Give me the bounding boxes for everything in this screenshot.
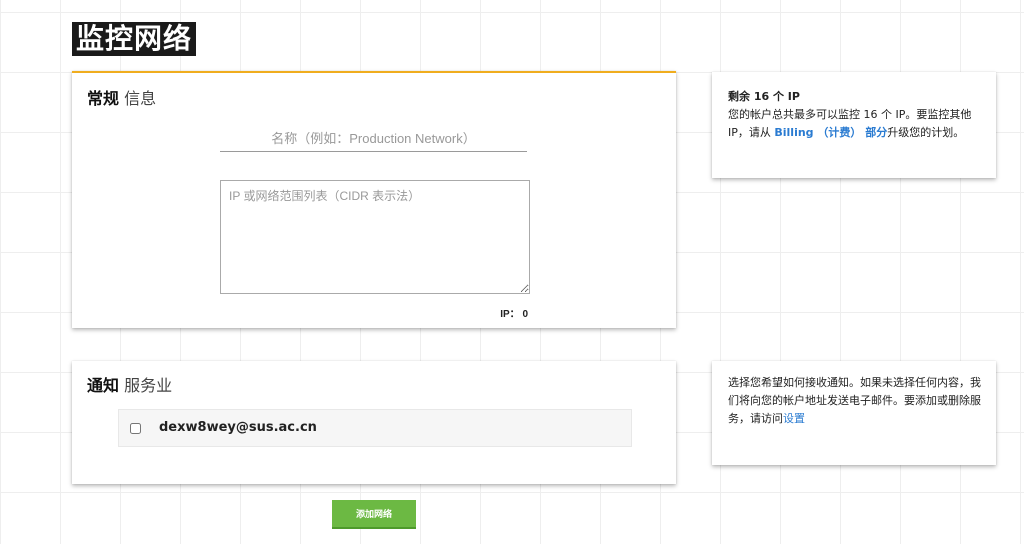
ip-ranges-textarea[interactable] (220, 180, 530, 294)
billing-link[interactable]: Billing （计费） 部分 (774, 126, 887, 139)
notifications-title-bold: 通知 (87, 376, 120, 395)
page-title: 监控网络 (72, 22, 197, 56)
notifications-info-panel: 选择您希望如何接收通知。如果未选择任何内容，我们将向您的帐户地址发送电子邮件。要… (712, 361, 996, 465)
settings-link[interactable]: 设置 (783, 412, 805, 425)
notifications-card: 通知 服务业 dexw8wey@sus.ac.cn (72, 361, 676, 484)
ip-count: IP： 0 (500, 305, 528, 320)
notifications-info-body: 选择您希望如何接收通知。如果未选择任何内容，我们将向您的帐户地址发送电子邮件。要… (728, 376, 981, 425)
remaining-ips-info: 剩余 16 个 IP 您的帐户总共最多可以监控 16 个 IP。要监控其他 IP… (728, 88, 982, 142)
notifications-section-title: 通知 服务业 (87, 376, 172, 396)
service-row[interactable]: dexw8wey@sus.ac.cn (118, 409, 632, 447)
general-section-title: 常规 信息 (87, 89, 156, 109)
notifications-info-text: 选择您希望如何接收通知。如果未选择任何内容，我们将向您的帐户地址发送电子邮件。要… (728, 374, 982, 428)
ip-count-label: IP： (500, 309, 520, 320)
network-name-input[interactable] (220, 125, 527, 152)
remaining-ips-panel: 剩余 16 个 IP 您的帐户总共最多可以监控 16 个 IP。要监控其他 IP… (712, 72, 996, 178)
notifications-title-light: 服务业 (124, 376, 173, 395)
general-title-bold: 常规 (87, 89, 120, 108)
add-network-button[interactable]: 添加网络 (332, 500, 416, 529)
general-title-light: 信息 (124, 89, 157, 108)
remaining-ips-heading: 剩余 16 个 IP (728, 90, 800, 103)
service-email: dexw8wey@sus.ac.cn (159, 420, 317, 435)
remaining-ips-text-after: 升级您的计划。 (887, 126, 965, 139)
service-checkbox[interactable] (130, 423, 141, 434)
general-card: 常规 信息 IP： 0 (72, 71, 676, 328)
ip-count-value: 0 (522, 309, 528, 320)
